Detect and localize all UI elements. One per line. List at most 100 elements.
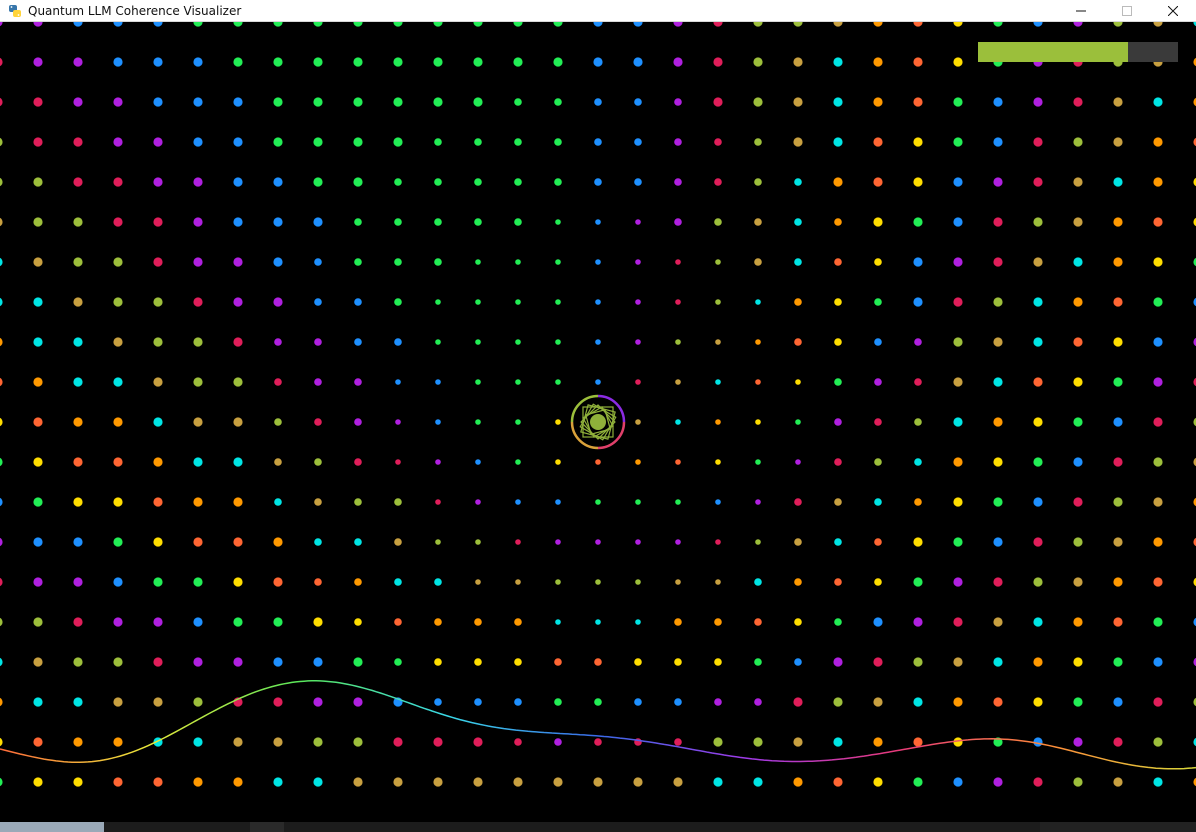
minimize-button[interactable] <box>1058 0 1104 22</box>
particle-dot <box>113 377 123 387</box>
taskbar-tray[interactable] <box>1040 822 1196 832</box>
particle-dot <box>953 217 963 227</box>
particle-dot <box>1033 457 1043 467</box>
particle-dot <box>1073 97 1083 107</box>
particle-dot <box>1113 217 1123 227</box>
particle-dot <box>193 537 203 547</box>
particle-dot <box>153 257 163 267</box>
particle-dot <box>434 698 442 706</box>
particle-dot <box>674 618 682 626</box>
particle-dot <box>153 97 163 107</box>
particle-dot <box>514 698 522 706</box>
particle-dot <box>914 458 922 466</box>
particle-dot <box>113 537 123 547</box>
particle-dot <box>314 418 322 426</box>
particle-dot <box>475 539 481 545</box>
particle-dot <box>233 97 243 107</box>
particle-dot <box>395 459 401 465</box>
particle-dot <box>435 379 441 385</box>
particle-dot <box>953 337 963 347</box>
particle-dot <box>153 337 163 347</box>
particle-dot <box>873 217 883 227</box>
particle-dot <box>314 258 322 266</box>
particle-dot <box>314 498 322 506</box>
particle-dot <box>113 497 123 507</box>
particle-dot <box>715 499 721 505</box>
particle-dot <box>515 579 521 585</box>
particle-dot <box>555 299 561 305</box>
particle-dot <box>1033 657 1043 667</box>
particle-dot <box>73 217 83 227</box>
close-button[interactable] <box>1150 0 1196 22</box>
particle-dot <box>874 498 882 506</box>
visualizer-canvas[interactable] <box>0 17 1196 822</box>
particle-dot <box>354 458 362 466</box>
particle-dot <box>953 137 963 147</box>
particle-dot <box>113 617 123 627</box>
particle-dot <box>594 698 602 706</box>
particle-dot <box>73 457 83 467</box>
particle-dot <box>913 217 923 227</box>
particle-dot <box>1073 177 1083 187</box>
particle-dot <box>113 177 123 187</box>
particle-dot <box>473 777 483 787</box>
particle-dot <box>1033 217 1043 227</box>
particle-dot <box>675 499 681 505</box>
particle-dot <box>713 737 723 747</box>
particle-dot <box>873 137 883 147</box>
particle-dot <box>1153 537 1163 547</box>
maximize-button[interactable] <box>1104 0 1150 22</box>
particle-dot <box>793 97 803 107</box>
particle-dot <box>635 419 641 425</box>
taskbar-start-area[interactable] <box>0 822 104 832</box>
particle-dot <box>354 578 362 586</box>
particle-dot <box>714 218 722 226</box>
particle-dot <box>273 697 283 707</box>
particle-dot <box>675 539 681 545</box>
particle-dot <box>914 418 922 426</box>
particle-dot <box>1153 657 1163 667</box>
particle-dot <box>1153 457 1163 467</box>
particle-dot <box>73 657 83 667</box>
particle-dot <box>1073 617 1083 627</box>
particle-dot <box>193 137 203 147</box>
particle-dot <box>754 658 762 666</box>
particle-dot <box>233 497 243 507</box>
particle-dot <box>474 138 482 146</box>
particle-dot <box>755 419 761 425</box>
particle-dot <box>435 499 441 505</box>
particle-dot <box>1113 177 1123 187</box>
particle-dot <box>474 178 482 186</box>
particle-dot <box>993 537 1003 547</box>
particle-dot <box>793 737 803 747</box>
taskbar-item[interactable] <box>250 822 284 832</box>
particle-dot <box>1113 617 1123 627</box>
particle-dot <box>273 577 283 587</box>
particle-dot <box>273 617 283 627</box>
particle-dot <box>953 297 963 307</box>
particle-dot <box>475 379 481 385</box>
particle-dot <box>993 217 1003 227</box>
particle-dot <box>233 617 243 627</box>
particle-dot <box>795 379 801 385</box>
particle-dot <box>873 57 883 67</box>
particle-dot <box>834 618 842 626</box>
particle-dot <box>475 339 481 345</box>
particle-dot <box>313 777 323 787</box>
particle-dot <box>793 57 803 67</box>
particle-dot <box>394 218 402 226</box>
particle-dot <box>273 297 283 307</box>
particle-dot <box>394 498 402 506</box>
particle-dot <box>1153 257 1163 267</box>
particle-dot <box>1073 537 1083 547</box>
particle-dot <box>953 377 963 387</box>
particle-dot <box>33 657 43 667</box>
particle-dot <box>834 218 842 226</box>
particle-dot <box>1033 617 1043 627</box>
particle-dot <box>353 177 363 187</box>
particle-dot <box>113 297 123 307</box>
particle-dot <box>33 177 43 187</box>
particle-dot <box>1113 577 1123 587</box>
particle-dot <box>393 137 403 147</box>
particle-dot <box>834 338 842 346</box>
